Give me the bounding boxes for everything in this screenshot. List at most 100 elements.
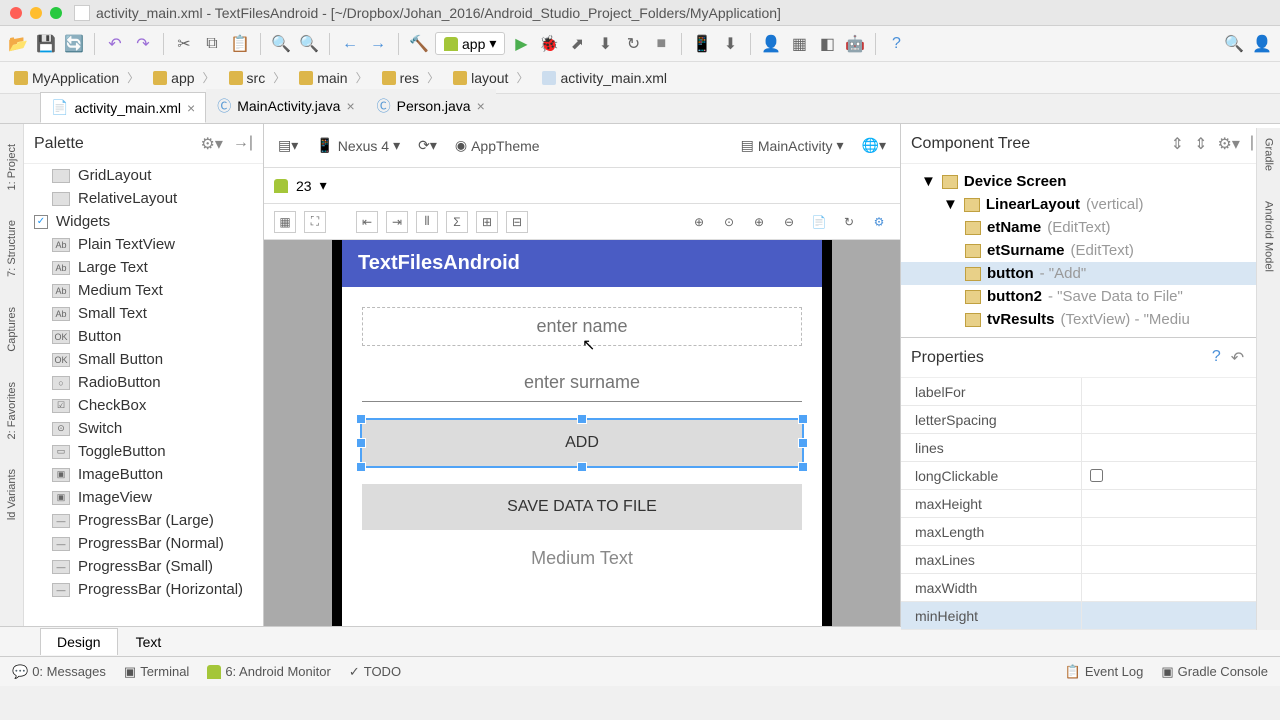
expand-icon[interactable]: ⇕ [1171,134,1184,154]
back-icon[interactable]: ← [338,32,362,56]
palette-item[interactable]: AbLarge Text [24,256,263,279]
stop-icon[interactable]: ■ [649,32,673,56]
resize-handle[interactable] [356,414,366,424]
etsurname-field[interactable] [362,364,802,402]
checkbox[interactable] [1090,469,1103,482]
align-left-icon[interactable]: ⇤ [356,211,378,233]
terminal-tool[interactable]: ▣Terminal [124,664,189,680]
theme-selector[interactable]: ◉AppTheme [451,133,544,158]
palette-item[interactable]: —ProgressBar (Small) [24,555,263,578]
palette-item[interactable]: ○RadioButton [24,371,263,394]
revert-icon[interactable]: ↶ [1231,348,1244,368]
collapse-icon[interactable]: ⇕ [1194,134,1207,154]
monitor-tool[interactable]: 6: Android Monitor [207,664,331,680]
activity-selector[interactable]: ▤MainActivity▾ [737,133,848,158]
tree-item[interactable]: button2 - "Save Data to File" [901,285,1280,308]
align-right-icon[interactable]: ⇥ [386,211,408,233]
open-icon[interactable]: 📂 [6,32,30,56]
bc-layout[interactable]: layout [447,67,534,88]
tab-activity-main[interactable]: 📄activity_main.xml× [40,92,206,123]
api-selector[interactable]: 23 [296,178,312,194]
zoom-in-icon[interactable]: ⊕ [688,211,710,233]
palette-item[interactable]: —ProgressBar (Large) [24,509,263,532]
rail-variants[interactable]: ld Variants [6,469,18,520]
tree-item[interactable]: button - "Add" [901,262,1280,285]
tree-item[interactable]: etSurname (EditText) [901,239,1280,262]
zoom-in-icon[interactable]: 🔍 [269,32,293,56]
paste-icon[interactable]: 📋 [228,32,252,56]
gradle-console-tool[interactable]: ▣Gradle Console [1161,664,1268,680]
attach-icon[interactable]: ⬈ [565,32,589,56]
etname-field[interactable] [362,307,802,346]
undo-icon[interactable]: ↶ [103,32,127,56]
user-icon[interactable]: 👤 [1250,32,1274,56]
orientation-icon[interactable]: ⟳▾ [414,133,441,158]
expand-icon[interactable]: ⛶ [304,211,326,233]
zoom-fit-icon[interactable]: ⊙ [718,211,740,233]
tree-item[interactable]: tvResults (TextView) - "Mediu [901,308,1280,331]
gear-icon[interactable]: ⚙▾ [200,134,222,154]
tool1-icon[interactable]: 👤 [759,32,783,56]
tool4-icon[interactable]: 🤖 [843,32,867,56]
rail-android-model[interactable]: Android Model [1263,201,1275,272]
tool3-icon[interactable]: ◧ [815,32,839,56]
page-icon[interactable]: 📄 [808,211,830,233]
resize-handle[interactable] [798,462,808,472]
avs-icon[interactable]: 📱 [690,32,714,56]
rail-gradle[interactable]: Gradle [1263,138,1275,171]
palette-item[interactable]: OKSmall Button [24,348,263,371]
rail-captures[interactable]: Captures [6,307,18,352]
palette-item[interactable]: AbMedium Text [24,279,263,302]
close-icon[interactable]: × [477,98,485,114]
settings-icon[interactable]: ⚙ [868,211,890,233]
palette-item[interactable]: AbSmall Text [24,302,263,325]
collapse-icon[interactable]: →| [233,134,253,154]
cut-icon[interactable]: ✂ [172,32,196,56]
palette-item[interactable]: RelativeLayout [24,187,263,210]
bc-src[interactable]: src [223,67,292,88]
palette-item[interactable]: ▣ImageView [24,486,263,509]
palette-item[interactable]: —ProgressBar (Normal) [24,532,263,555]
gear-icon[interactable]: ⚙▾ [1217,134,1239,154]
close-icon[interactable]: × [187,100,195,116]
help-icon[interactable]: ? [1212,348,1221,368]
grid-icon[interactable]: ▦ [274,211,296,233]
rail-project[interactable]: 1: Project [6,144,18,190]
resize-handle[interactable] [577,414,587,424]
zoom-out-icon[interactable]: 🔍 [297,32,321,56]
device-selector[interactable]: 📱Nexus 4▾ [312,133,404,158]
run-icon[interactable]: ▶ [509,32,533,56]
save-icon[interactable]: 💾 [34,32,58,56]
resize-handle[interactable] [798,414,808,424]
rail-structure[interactable]: 7: Structure [6,220,18,277]
close-icon[interactable] [10,7,22,19]
run-config-selector[interactable]: app ▾ [435,32,505,55]
text-tab[interactable]: Text [120,629,178,655]
property-row[interactable]: labelFor [901,378,1280,406]
todo-tool[interactable]: ✓TODO [349,664,401,680]
resize-handle[interactable] [577,462,587,472]
bc-project[interactable]: MyApplication [8,67,145,88]
event-log-tool[interactable]: 📋Event Log [1065,664,1144,680]
copy-icon[interactable]: ⧉ [200,32,224,56]
bc-res[interactable]: res [376,67,445,88]
sdk-icon[interactable]: ⬇ [718,32,742,56]
tvresults-label[interactable]: Medium Text [362,548,802,569]
palette-item[interactable]: OKButton [24,325,263,348]
bc-main[interactable]: main [293,67,373,88]
rail-favorites[interactable]: 2: Favorites [6,382,18,439]
save-button[interactable]: SAVE DATA TO FILE [362,484,802,530]
sync-icon[interactable]: 🔄 [62,32,86,56]
search-icon[interactable]: 🔍 [1222,32,1246,56]
palette-item[interactable]: ✓Widgets [24,210,263,233]
redo-icon[interactable]: ↷ [131,32,155,56]
property-row[interactable]: lines [901,434,1280,462]
palette-item[interactable]: ▣ImageButton [24,463,263,486]
zoom-icon[interactable]: ⊕ [748,211,770,233]
refresh-icon[interactable]: ↻ [838,211,860,233]
palette-item[interactable]: ⊙Switch [24,417,263,440]
help-icon[interactable]: ? [884,32,908,56]
maximize-icon[interactable] [50,7,62,19]
resize-handle[interactable] [356,438,366,448]
close-icon[interactable]: × [346,98,354,114]
